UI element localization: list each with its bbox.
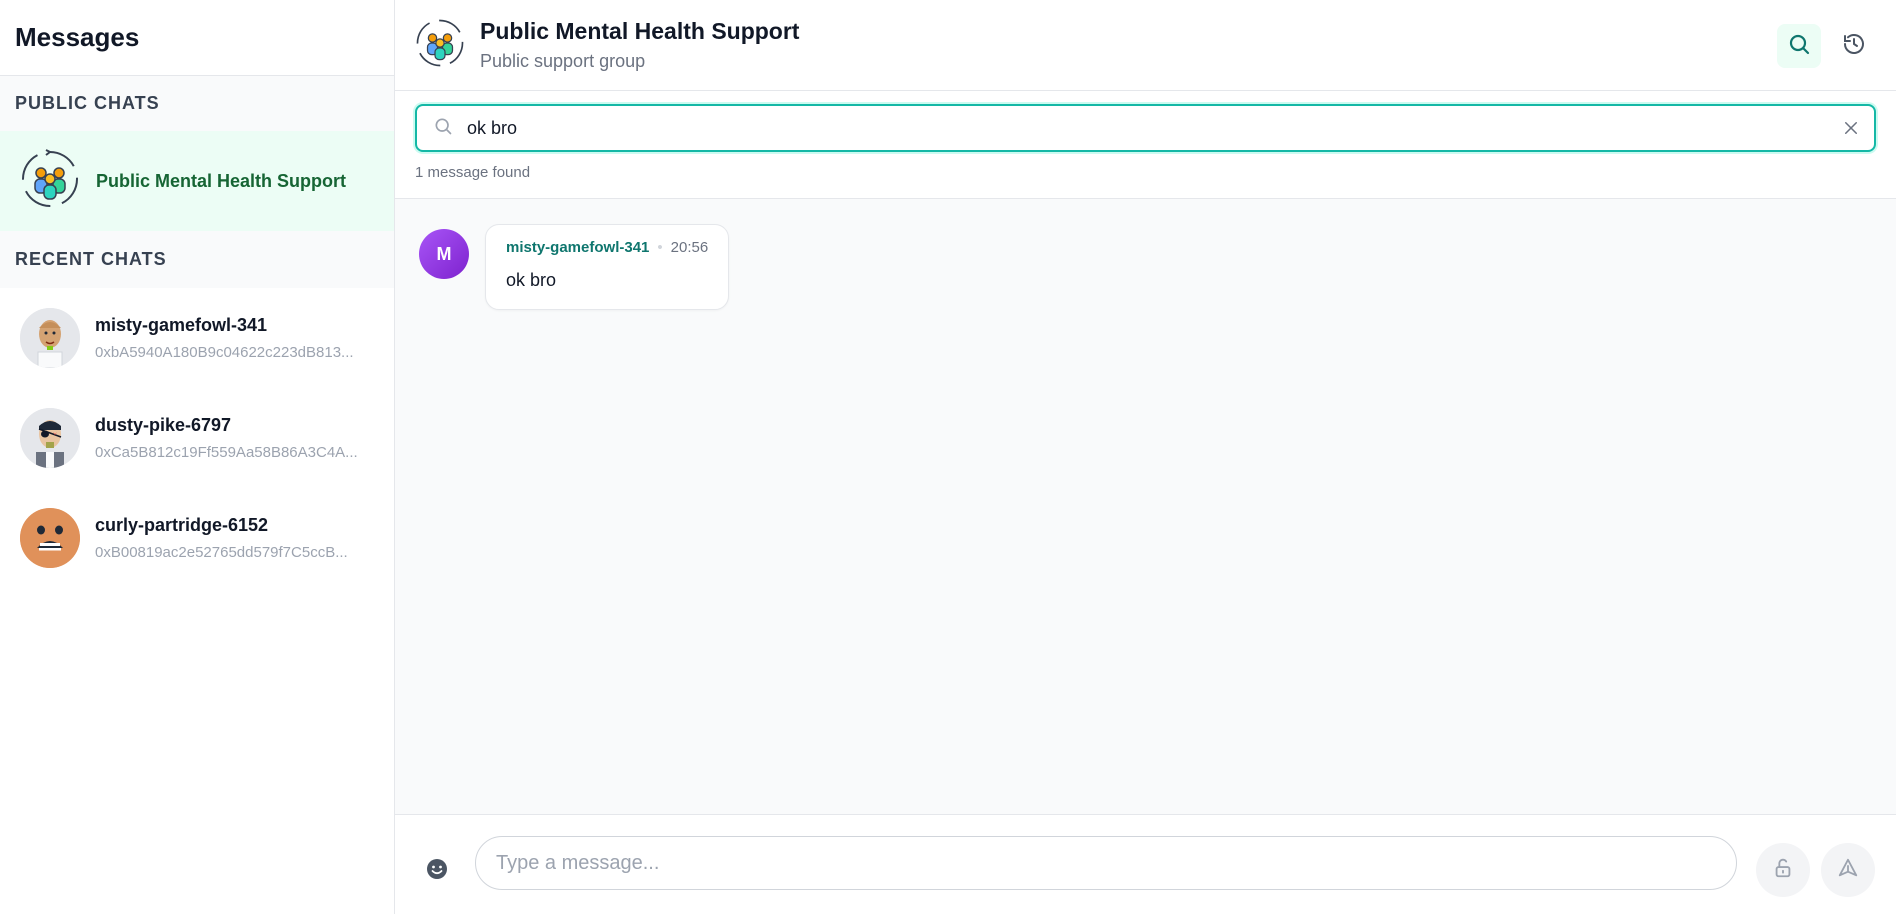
message-input[interactable]: [475, 836, 1737, 890]
recent-chats-label: RECENT CHATS: [0, 231, 394, 288]
chat-address: 0xCa5B812c19Ff559Aa58B86A3C4A...: [95, 444, 358, 461]
search-box: [415, 104, 1876, 152]
chat-address: 0xbA5940A180B9c04622c223dB813...: [95, 344, 354, 361]
public-chat-item[interactable]: Public Mental Health Support: [0, 131, 394, 231]
search-button[interactable]: [1777, 24, 1821, 68]
sidebar: Messages PUBLIC CHATS Public Mental Heal…: [0, 0, 395, 914]
sidebar-title: Messages: [0, 0, 394, 76]
message-bubble: misty-gamefowl-341 • 20:56 ok bro: [485, 224, 730, 310]
close-icon[interactable]: [1842, 119, 1860, 142]
message-text: ok bro: [506, 270, 557, 290]
message-time: 20:56: [670, 239, 709, 256]
chat-address: 0xB00819ac2e52765dd579f7C5ccB...: [95, 544, 348, 561]
history-icon: [1842, 32, 1866, 61]
message-search: 1 message found: [395, 91, 1896, 199]
search-result-count: 1 message found: [415, 164, 531, 181]
chat-panel: Public Mental Health Support Public supp…: [395, 0, 1896, 914]
message-list: M misty-gamefowl-341 • 20:56 ok bro: [395, 199, 1896, 808]
scared-face-avatar-icon: [20, 508, 80, 568]
emoji-icon[interactable]: [425, 857, 449, 886]
group-people-icon: [415, 18, 465, 73]
search-icon: [433, 116, 453, 141]
recent-chat-item[interactable]: dusty-pike-6797 0xCa5B812c19Ff559Aa58B86…: [0, 388, 394, 488]
composer: [395, 814, 1896, 914]
search-input[interactable]: [467, 117, 1807, 139]
chat-name: dusty-pike-6797: [95, 415, 232, 435]
history-button[interactable]: [1832, 24, 1876, 68]
eyepatch-man-avatar-icon: [20, 408, 80, 468]
message-author[interactable]: misty-gamefowl-341: [506, 239, 649, 256]
send-button[interactable]: [1821, 843, 1875, 897]
chat-title: Public Mental Health Support: [480, 18, 800, 44]
chat-name: misty-gamefowl-341: [95, 315, 268, 335]
chat-name: curly-partridge-6152: [95, 515, 269, 535]
avatar[interactable]: M: [419, 229, 469, 279]
send-icon: [1837, 857, 1859, 884]
unlock-icon: [1772, 857, 1794, 884]
encryption-toggle-button[interactable]: [1756, 843, 1810, 897]
recent-chat-item[interactable]: curly-partridge-6152 0xB00819ac2e52765dd…: [0, 488, 394, 588]
chat-header: Public Mental Health Support Public supp…: [395, 0, 1896, 91]
message-item: M misty-gamefowl-341 • 20:56 ok bro: [419, 224, 730, 310]
chat-subtitle: Public support group: [480, 51, 646, 71]
public-chat-name: Public Mental Health Support: [96, 170, 347, 191]
separator-dot: •: [657, 239, 663, 256]
recent-chat-item[interactable]: misty-gamefowl-341 0xbA5940A180B9c04622c…: [0, 288, 394, 388]
public-chats-label: PUBLIC CHATS: [0, 76, 394, 131]
bald-man-avatar-icon: [20, 308, 80, 368]
search-icon: [1787, 32, 1811, 61]
group-people-icon: [20, 148, 80, 214]
